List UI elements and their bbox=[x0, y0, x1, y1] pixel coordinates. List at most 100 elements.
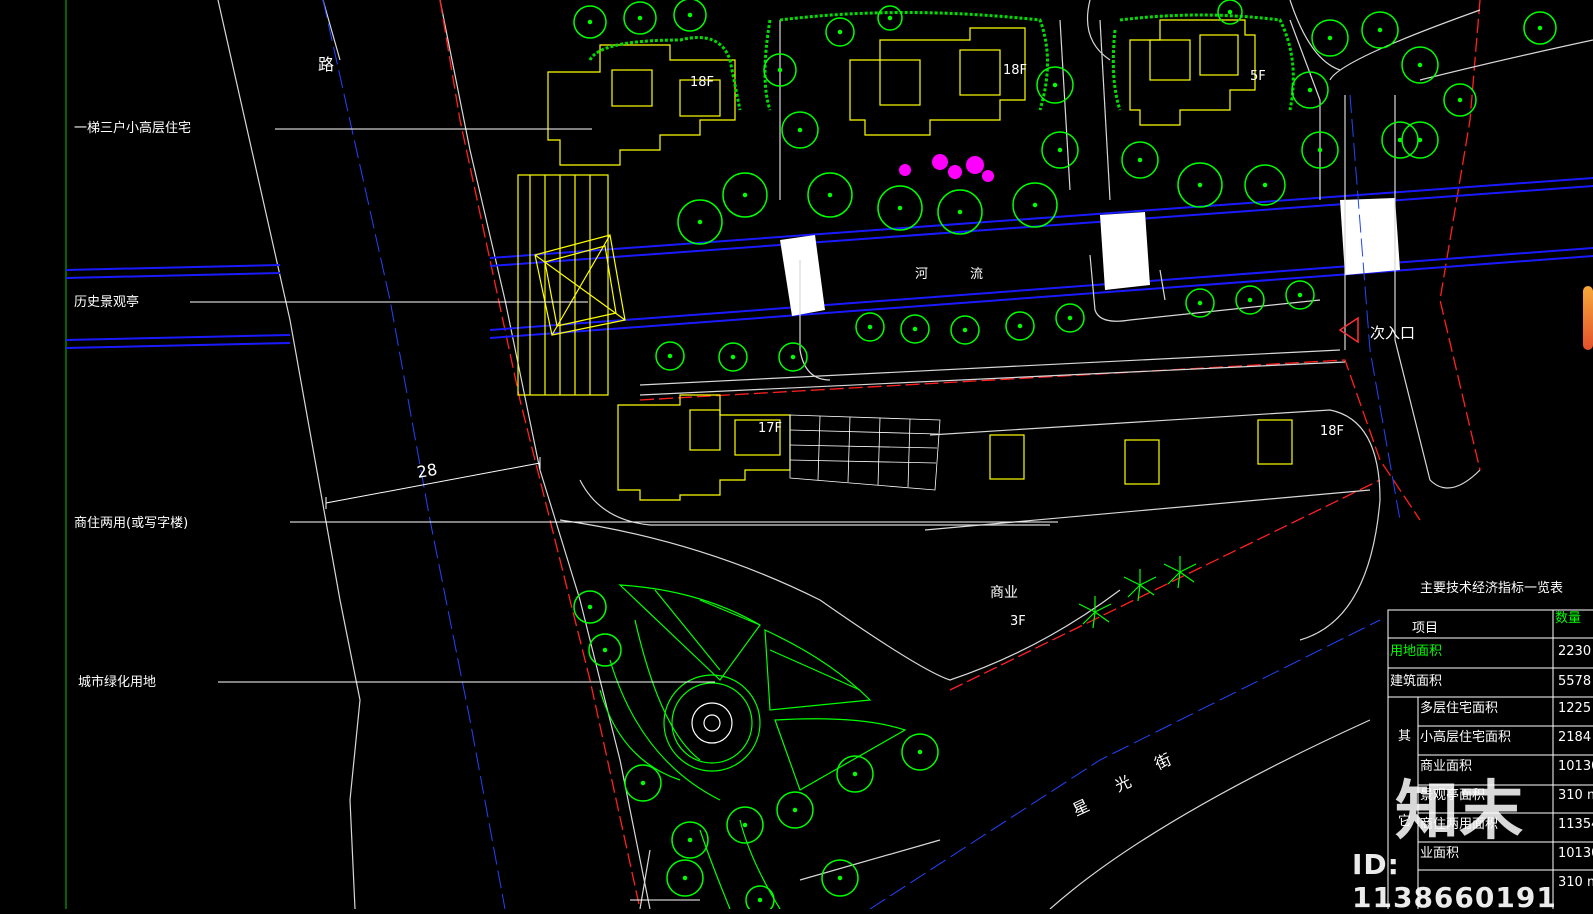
road-name-bottom-2: 光 bbox=[1112, 772, 1135, 796]
palm-trees bbox=[1078, 556, 1197, 629]
tree-center bbox=[697, 219, 703, 225]
tree-center bbox=[917, 749, 923, 755]
table-row-value: 5578 bbox=[1558, 674, 1591, 689]
watermark-id: ID: 1138660191 bbox=[1352, 848, 1557, 914]
dimension-label: 28 bbox=[415, 460, 438, 482]
tree-center bbox=[1307, 87, 1313, 93]
tree-center bbox=[587, 604, 593, 610]
label-urban-green: 城市绿化用地 bbox=[78, 674, 156, 690]
table-row-value: 10130 bbox=[1558, 759, 1593, 774]
tree-center bbox=[897, 205, 903, 211]
tree-center bbox=[637, 15, 643, 21]
tree-center bbox=[797, 127, 803, 133]
tree-center bbox=[742, 822, 748, 828]
tree-center bbox=[687, 837, 693, 843]
river-label-2: 流 bbox=[970, 267, 983, 282]
tree-center bbox=[957, 209, 963, 215]
green-plaza bbox=[599, 584, 907, 909]
tree-center bbox=[1377, 27, 1383, 33]
tree-center bbox=[962, 327, 968, 333]
floor-label-17f: 17F bbox=[758, 421, 782, 436]
tree-center bbox=[1537, 25, 1543, 31]
tree-center bbox=[887, 15, 893, 21]
tree-center bbox=[602, 647, 608, 653]
road-name-top: 路 bbox=[318, 55, 334, 74]
tree-center bbox=[640, 780, 646, 786]
tree-center bbox=[1197, 182, 1203, 188]
tree-center bbox=[777, 67, 783, 73]
tree-center bbox=[1137, 157, 1143, 163]
floor-label-18f-middle: 18F bbox=[1003, 63, 1027, 78]
table-col-item: 项目 bbox=[1412, 621, 1438, 636]
hedges bbox=[588, 11, 1295, 111]
table-side-char-1: 其 bbox=[1398, 729, 1411, 744]
tree-center bbox=[667, 353, 673, 359]
label-history-pavilion: 历史景观亭 bbox=[74, 294, 139, 310]
tree-center bbox=[682, 875, 688, 881]
tree-center bbox=[1017, 323, 1023, 329]
tree-center bbox=[912, 326, 918, 332]
tree-center bbox=[1052, 82, 1058, 88]
tree-center bbox=[1262, 182, 1268, 188]
tree-center bbox=[867, 324, 873, 330]
river-label-1: 河 bbox=[915, 267, 928, 282]
tree-center bbox=[1067, 315, 1073, 321]
tree-center bbox=[1457, 97, 1463, 103]
flowers bbox=[899, 154, 994, 182]
floor-label-18f-west: 18F bbox=[690, 75, 714, 90]
table-row-label: 小高层住宅面积 bbox=[1420, 729, 1511, 745]
table-row-label: 用地面积 bbox=[1390, 644, 1442, 659]
table-row-label: 多层住宅面积 bbox=[1420, 700, 1498, 716]
boardwalk bbox=[789, 414, 941, 491]
property-boundary bbox=[439, 0, 1481, 909]
road-name-bottom-1: 星 bbox=[1070, 796, 1093, 820]
tree-center bbox=[827, 192, 833, 198]
table-row-value: 2230 bbox=[1558, 644, 1591, 659]
secondary-entrance-label: 次入口 bbox=[1370, 324, 1415, 342]
tree-center bbox=[1417, 137, 1423, 143]
tree-center bbox=[1247, 297, 1253, 303]
road-name-bottom-3: 街 bbox=[1152, 750, 1175, 774]
watermark-logo: 知末 bbox=[1395, 775, 1523, 849]
tree-center bbox=[1297, 292, 1303, 298]
west-road bbox=[217, 0, 651, 909]
tree-center bbox=[1417, 62, 1423, 68]
table-col-qty: 数量 bbox=[1555, 611, 1581, 626]
tree-center bbox=[792, 807, 798, 813]
tree-center bbox=[852, 771, 858, 777]
table-row-value: 11354 bbox=[1558, 817, 1593, 832]
cad-site-plan: 一梯三户小高层住宅 历史景观亭 商住两用(或写字楼) 城市绿化用地 路 星 光 … bbox=[65, 0, 1593, 909]
tree-center bbox=[1227, 9, 1233, 15]
table-title: 主要技术经济指标一览表 bbox=[1420, 580, 1563, 596]
tree bbox=[745, 885, 775, 909]
entrance-arrow bbox=[1338, 316, 1359, 344]
tree-center bbox=[1317, 147, 1323, 153]
table-row-value: 1225 bbox=[1558, 701, 1591, 716]
tree-center bbox=[1197, 300, 1203, 306]
tree-center bbox=[1327, 35, 1333, 41]
tree-center bbox=[587, 19, 593, 25]
tree-center bbox=[757, 897, 763, 903]
commercial-floors: 3F bbox=[1010, 614, 1026, 629]
tree-center bbox=[1032, 202, 1038, 208]
tree-center bbox=[1397, 137, 1403, 143]
label-commercial-residential: 商住两用(或写字楼) bbox=[74, 516, 188, 531]
commercial-name: 商业 bbox=[990, 585, 1018, 601]
table-row-label: 建筑面积 bbox=[1390, 673, 1442, 689]
tree-center bbox=[790, 354, 796, 360]
table-row-value: 310 m bbox=[1558, 788, 1593, 803]
tree-center bbox=[730, 354, 736, 360]
scroll-handle[interactable] bbox=[1583, 286, 1593, 350]
table-row-value: 2184 bbox=[1558, 730, 1591, 745]
tree-center bbox=[837, 29, 843, 35]
leader-lines bbox=[190, 128, 1058, 901]
floor-label-18f-east: 18F bbox=[1320, 424, 1344, 439]
tree-center bbox=[742, 192, 748, 198]
floor-label-5f: 5F bbox=[1250, 69, 1266, 84]
tree-center bbox=[687, 12, 693, 18]
tree-center bbox=[837, 875, 843, 881]
west-road-centerline bbox=[322, 0, 506, 909]
label-residential-highrise: 一梯三户小高层住宅 bbox=[74, 120, 191, 136]
tree-center bbox=[1057, 147, 1063, 153]
buildings bbox=[517, 19, 1293, 501]
